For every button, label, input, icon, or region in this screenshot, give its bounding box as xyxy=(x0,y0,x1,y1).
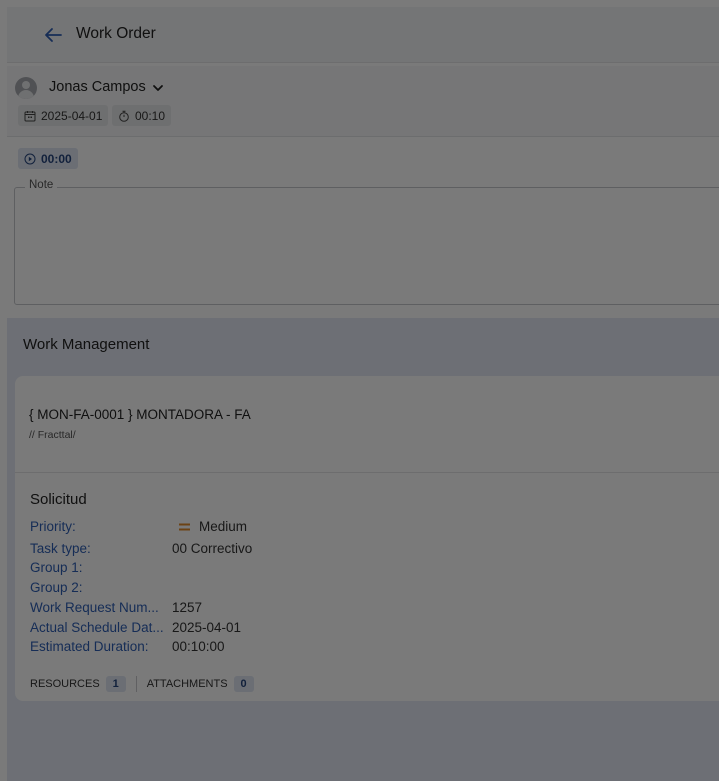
note-label: Note xyxy=(25,179,58,191)
app-header: Work Order xyxy=(7,7,719,63)
field-value: 1257 xyxy=(172,600,203,615)
attachments-tab[interactable]: ATTACHMENTS 0 xyxy=(147,676,254,692)
play-circle-icon xyxy=(24,153,36,164)
field-label: Priority: xyxy=(30,519,76,534)
task-type-row: Task type: 00 Correctivo xyxy=(30,541,630,559)
field-label: Group 2: xyxy=(30,580,83,595)
field-value: 2025-04-01 xyxy=(172,620,242,635)
divider xyxy=(15,472,719,473)
work-request-row: Work Request Num... 1257 xyxy=(30,600,630,618)
actual-schedule-row: Actual Schedule Dat... 2025-04-01 xyxy=(30,620,630,638)
group2-row: Group 2: xyxy=(30,580,630,598)
chevron-down-icon[interactable] xyxy=(152,83,164,93)
attachments-label: ATTACHMENTS xyxy=(146,678,228,690)
work-management-title: Work Management xyxy=(23,336,150,353)
field-label: Task type: xyxy=(30,541,91,556)
date-value: 2025-04-01 xyxy=(41,108,103,123)
priority-value: Medium xyxy=(199,519,248,534)
priority-row: Priority: Medium xyxy=(30,519,630,537)
estimated-duration-row: Estimated Duration: 00:10:00 xyxy=(30,639,630,657)
card-footer: RESOURCES 1 ATTACHMENTS 0 xyxy=(30,675,254,693)
calendar-icon xyxy=(24,110,36,121)
arrow-left-icon[interactable] xyxy=(41,23,65,47)
work-order-summary xyxy=(7,66,719,137)
work-order-screen: Work Order Jonas Campos 2025-04-01 00:10… xyxy=(7,7,719,781)
section-title: Solicitud xyxy=(30,491,87,508)
field-label: Group 1: xyxy=(30,560,83,575)
asset-title[interactable]: { MON-FA-0001 } MONTADORA - FA xyxy=(29,407,251,422)
timer-button[interactable]: 00:00 xyxy=(18,148,78,169)
duration-value: 00:10 xyxy=(135,108,166,123)
timer-value: 00:00 xyxy=(41,151,72,166)
date-chip: 2025-04-01 xyxy=(18,105,109,126)
field-label: Work Request Num... xyxy=(30,600,159,615)
attachments-count-badge: 0 xyxy=(233,676,254,692)
footer-separator xyxy=(135,676,137,692)
duration-chip: 00:10 xyxy=(112,105,172,126)
note-field[interactable] xyxy=(14,187,719,305)
field-value: 00:10:00 xyxy=(172,639,225,654)
field-label: Estimated Duration: xyxy=(30,639,149,654)
field-value: Medium xyxy=(179,519,247,534)
avatar xyxy=(15,77,37,99)
priority-medium-icon xyxy=(179,523,190,530)
page-title: Work Order xyxy=(76,25,156,42)
stopwatch-icon xyxy=(119,110,129,122)
resources-tab[interactable]: RESOURCES 1 xyxy=(30,676,126,692)
resources-label: RESOURCES xyxy=(30,678,100,690)
assigned-user-name[interactable]: Jonas Campos xyxy=(49,79,146,95)
group1-row: Group 1: xyxy=(30,560,630,578)
field-label: Actual Schedule Dat... xyxy=(30,620,164,635)
field-value: 00 Correctivo xyxy=(172,541,253,556)
resources-count-badge: 1 xyxy=(105,676,126,692)
asset-path: // Fracttal/ xyxy=(29,429,76,441)
